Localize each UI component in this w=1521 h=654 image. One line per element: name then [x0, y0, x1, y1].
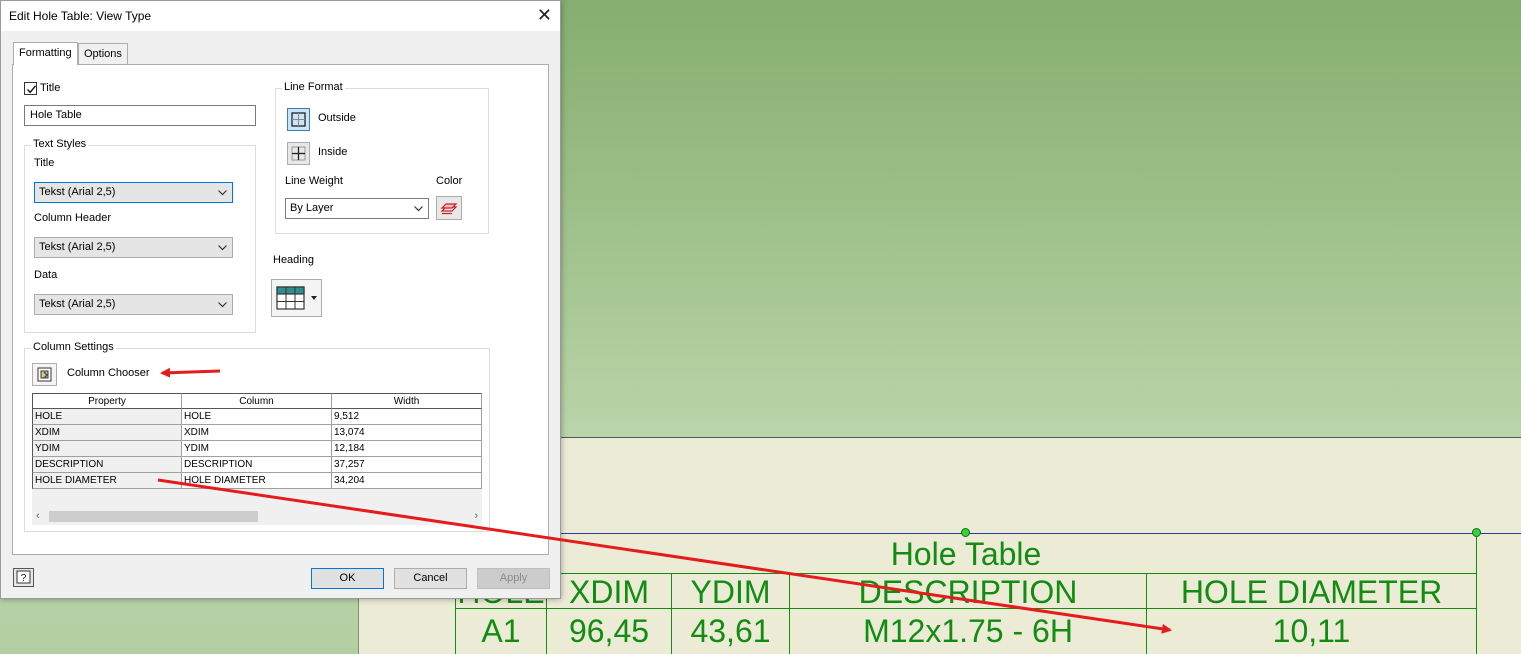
grid-cell-column[interactable]: HOLE DIAMETER	[182, 473, 332, 489]
grid-header-row: Property Column Width	[32, 393, 482, 409]
title-checkbox-label: Title	[40, 82, 61, 94]
column-header-style-value: Tekst (Arial 2,5)	[39, 241, 116, 253]
title-input[interactable]: Hole Table	[24, 105, 256, 126]
grid-header-width[interactable]: Width	[332, 393, 482, 409]
table-row[interactable]: YDIM YDIM 12,184	[32, 441, 482, 457]
checkmark-icon	[26, 85, 37, 94]
scroll-right-icon[interactable]: ›	[474, 509, 478, 524]
tab-options[interactable]: Options	[78, 43, 128, 64]
outside-border-icon	[291, 112, 306, 127]
grid-cell-width[interactable]: 13,074	[332, 425, 482, 441]
title-style-value: Tekst (Arial 2,5)	[39, 186, 116, 198]
close-icon[interactable]: ✕	[537, 5, 552, 25]
grid-cell-column[interactable]: DESCRIPTION	[182, 457, 332, 473]
chevron-down-icon	[218, 245, 227, 251]
table-row[interactable]: HOLE DIAMETER HOLE DIAMETER 34,204	[32, 473, 482, 489]
table-row[interactable]: DESCRIPTION DESCRIPTION 37,257	[32, 457, 482, 473]
outside-label: Outside	[318, 112, 356, 124]
color-layers-icon	[440, 203, 458, 215]
svg-text:?: ?	[21, 573, 27, 584]
inside-lines-button[interactable]	[287, 142, 310, 165]
apply-button[interactable]: Apply	[477, 568, 550, 589]
grid-cell-column[interactable]: XDIM	[182, 425, 332, 441]
title-style-dropdown[interactable]: Tekst (Arial 2,5)	[34, 182, 233, 203]
inside-border-icon	[291, 146, 306, 161]
hole-table-header: YDIM	[671, 574, 789, 608]
help-icon: ?	[16, 570, 31, 584]
grid-header-column[interactable]: Column	[182, 393, 332, 409]
edit-hole-table-dialog: Edit Hole Table: View Type ✕ Formatting …	[0, 0, 561, 599]
inside-label: Inside	[318, 146, 348, 158]
hole-table-cell: 43,61	[671, 609, 789, 654]
hole-table-title: Hole Table	[455, 533, 1477, 574]
line-weight-dropdown[interactable]: By Layer	[285, 198, 429, 219]
grid-cell-property[interactable]: YDIM	[32, 441, 182, 457]
hole-table-data-row: A1 96,45 43,61 M12x1.75 - 6H 10,11	[455, 609, 1477, 654]
grid-cell-width[interactable]: 12,184	[332, 441, 482, 457]
dialog-titlebar[interactable]: Edit Hole Table: View Type ✕	[1, 1, 560, 31]
outside-lines-button[interactable]	[287, 108, 310, 131]
grid-cell-property[interactable]: HOLE	[32, 409, 182, 425]
table-heading-icon	[276, 286, 317, 310]
formatting-panel: Title Hole Table Text Styles Title Tekst…	[12, 64, 549, 555]
hole-table-cell: M12x1.75 - 6H	[789, 609, 1146, 654]
tab-formatting[interactable]: Formatting	[13, 42, 78, 65]
grid-cell-column[interactable]: YDIM	[182, 441, 332, 457]
hole-table-header: HOLE DIAMETER	[1146, 574, 1477, 608]
column-chooser-button[interactable]	[32, 363, 57, 386]
chevron-down-icon	[218, 302, 227, 308]
dialog-title: Edit Hole Table: View Type	[9, 9, 152, 23]
column-header-style-label: Column Header	[34, 212, 112, 224]
column-settings-grid[interactable]: Property Column Width HOLE HOLE 9,512 XD…	[32, 393, 482, 523]
hole-table-cell: 96,45	[546, 609, 671, 654]
hole-table[interactable]: Hole Table HOLE XDIM YDIM DESCRIPTION HO…	[455, 533, 1477, 654]
hole-table-cell: A1	[455, 609, 546, 654]
data-style-value: Tekst (Arial 2,5)	[39, 298, 116, 310]
hole-table-cell: 10,11	[1146, 609, 1477, 654]
heading-style-button[interactable]	[271, 279, 322, 317]
help-button[interactable]: ?	[13, 568, 34, 587]
grid-horizontal-scrollbar[interactable]: ‹ ›	[32, 508, 482, 525]
table-row[interactable]: XDIM XDIM 13,074	[32, 425, 482, 441]
grid-cell-width[interactable]: 9,512	[332, 409, 482, 425]
column-chooser-label: Column Chooser	[67, 367, 150, 379]
title-checkbox[interactable]	[24, 82, 37, 95]
title-style-label: Title	[34, 157, 55, 169]
grid-cell-property[interactable]: DESCRIPTION	[32, 457, 182, 473]
line-weight-value: By Layer	[290, 202, 334, 214]
data-style-label: Data	[34, 269, 58, 281]
grid-cell-width[interactable]: 37,257	[332, 457, 482, 473]
table-grip-handle[interactable]	[1472, 528, 1481, 537]
table-grip-handle[interactable]	[961, 528, 970, 537]
chevron-down-icon	[414, 206, 423, 212]
column-header-style-dropdown[interactable]: Tekst (Arial 2,5)	[34, 237, 233, 258]
scroll-left-icon[interactable]: ‹	[36, 509, 40, 524]
ok-button[interactable]: OK	[311, 568, 384, 589]
grid-cell-column[interactable]: HOLE	[182, 409, 332, 425]
grid-cell-width[interactable]: 34,204	[332, 473, 482, 489]
column-settings-group-label: Column Settings	[31, 341, 116, 353]
color-label: Color	[436, 175, 463, 187]
grid-cell-property[interactable]: XDIM	[32, 425, 182, 441]
text-styles-group-label: Text Styles	[31, 138, 89, 150]
scrollbar-thumb[interactable]	[49, 511, 258, 522]
color-button[interactable]	[436, 196, 462, 220]
data-style-dropdown[interactable]: Tekst (Arial 2,5)	[34, 294, 233, 315]
grid-header-property[interactable]: Property	[32, 393, 182, 409]
hole-table-header: XDIM	[546, 574, 671, 608]
hole-table-header: DESCRIPTION	[789, 574, 1146, 608]
line-format-group-label: Line Format	[282, 81, 345, 93]
table-row[interactable]: HOLE HOLE 9,512	[32, 409, 482, 425]
cancel-button[interactable]: Cancel	[394, 568, 467, 589]
grid-cell-property[interactable]: HOLE DIAMETER	[32, 473, 182, 489]
heading-label: Heading	[273, 254, 314, 266]
hole-table-header-row: HOLE XDIM YDIM DESCRIPTION HOLE DIAMETER	[455, 574, 1477, 609]
chevron-down-icon	[218, 190, 227, 196]
line-weight-label: Line Weight	[285, 175, 343, 187]
column-chooser-icon	[37, 367, 52, 382]
